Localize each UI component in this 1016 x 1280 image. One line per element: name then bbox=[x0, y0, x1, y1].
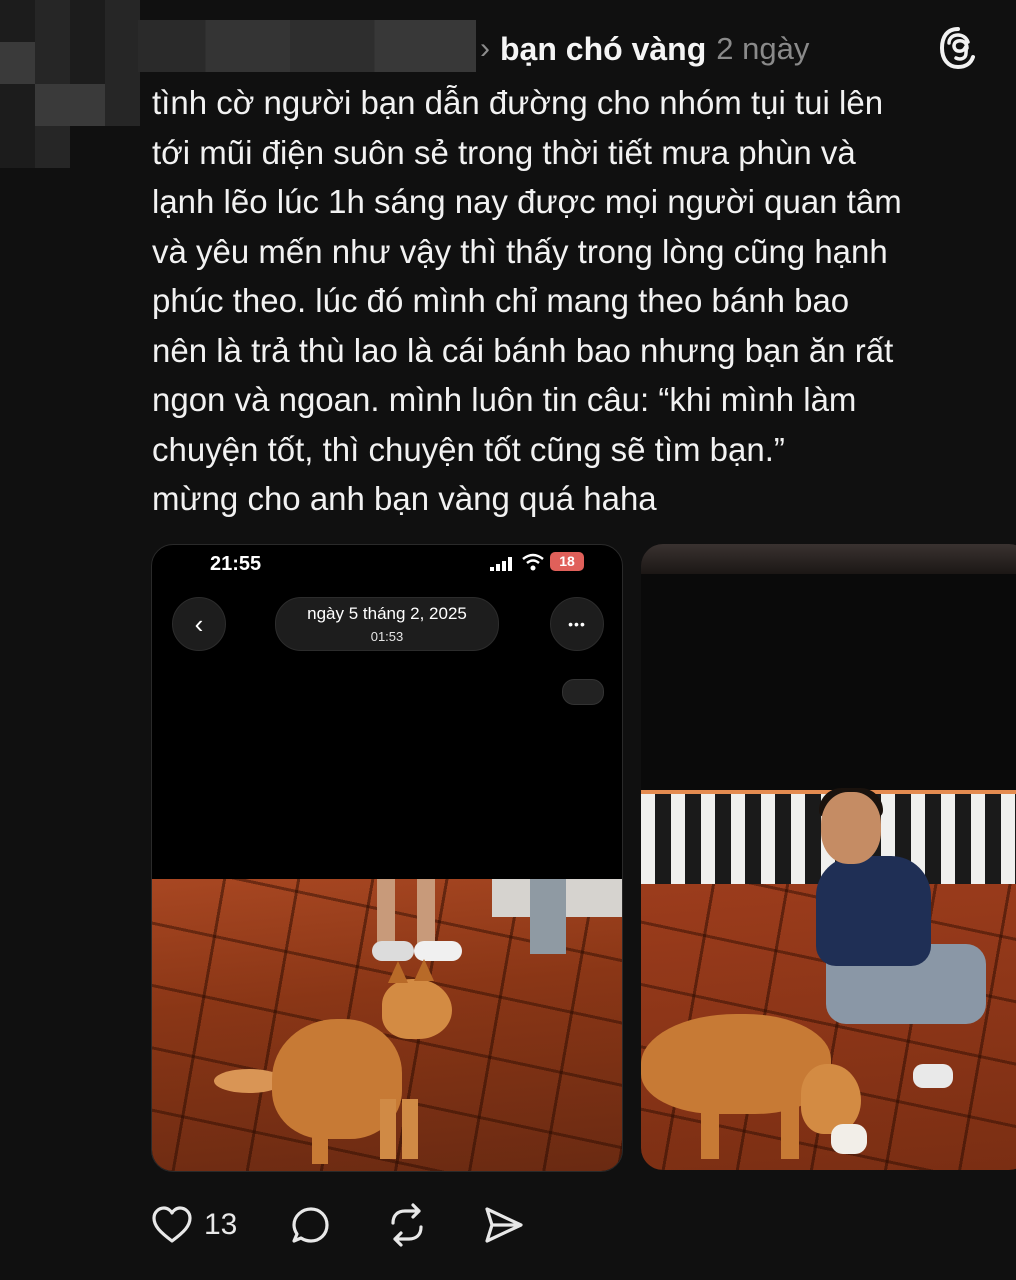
blurred-author-name bbox=[138, 20, 476, 72]
send-icon bbox=[485, 1207, 523, 1243]
chevron-right-icon: › bbox=[480, 32, 490, 65]
like-count: 13 bbox=[204, 1208, 238, 1241]
attached-image-screenshot[interactable]: 21:55 18 ‹ ngày 5 tháng 2, 2025 01:53 ••… bbox=[151, 544, 623, 1172]
username[interactable]: bạn chó vàng bbox=[500, 31, 706, 68]
photo-time: 01:53 bbox=[370, 629, 404, 644]
status-time: 21:55 bbox=[210, 553, 262, 575]
share-button[interactable] bbox=[481, 1203, 525, 1247]
comment-icon bbox=[292, 1207, 329, 1243]
status-bar: 21:55 18 bbox=[152, 545, 622, 581]
more-button[interactable]: ••• bbox=[550, 597, 604, 651]
dog-photo bbox=[152, 879, 622, 1171]
cube-icon[interactable] bbox=[562, 679, 604, 705]
avatar[interactable] bbox=[0, 0, 140, 170]
more-icon: ••• bbox=[568, 616, 586, 632]
signal-icon bbox=[490, 557, 512, 571]
post-text: tình cờ người bạn dẫn đường cho nhóm tụi… bbox=[152, 84, 902, 517]
chevron-left-icon: ‹ bbox=[194, 608, 204, 639]
repost-button[interactable] bbox=[385, 1203, 429, 1247]
threads-icon[interactable] bbox=[938, 26, 978, 70]
post-header: › bạn chó vàng 2 ngày bbox=[480, 24, 809, 74]
post-time: 2 ngày bbox=[716, 31, 810, 66]
repost-icon bbox=[391, 1203, 423, 1247]
post-actions: 13 bbox=[150, 1200, 577, 1250]
heart-icon bbox=[152, 1206, 192, 1243]
like-button[interactable]: 13 bbox=[150, 1203, 237, 1247]
date-header: ngày 5 tháng 2, 2025 01:53 bbox=[275, 597, 499, 651]
battery-icon: 18 bbox=[550, 552, 584, 571]
wifi-icon bbox=[522, 553, 544, 571]
attached-image-photo[interactable] bbox=[641, 544, 1016, 1170]
back-button[interactable]: ‹ bbox=[172, 597, 226, 651]
reply-button[interactable] bbox=[289, 1203, 333, 1247]
photo-date: ngày 5 tháng 2, 2025 bbox=[307, 604, 467, 623]
